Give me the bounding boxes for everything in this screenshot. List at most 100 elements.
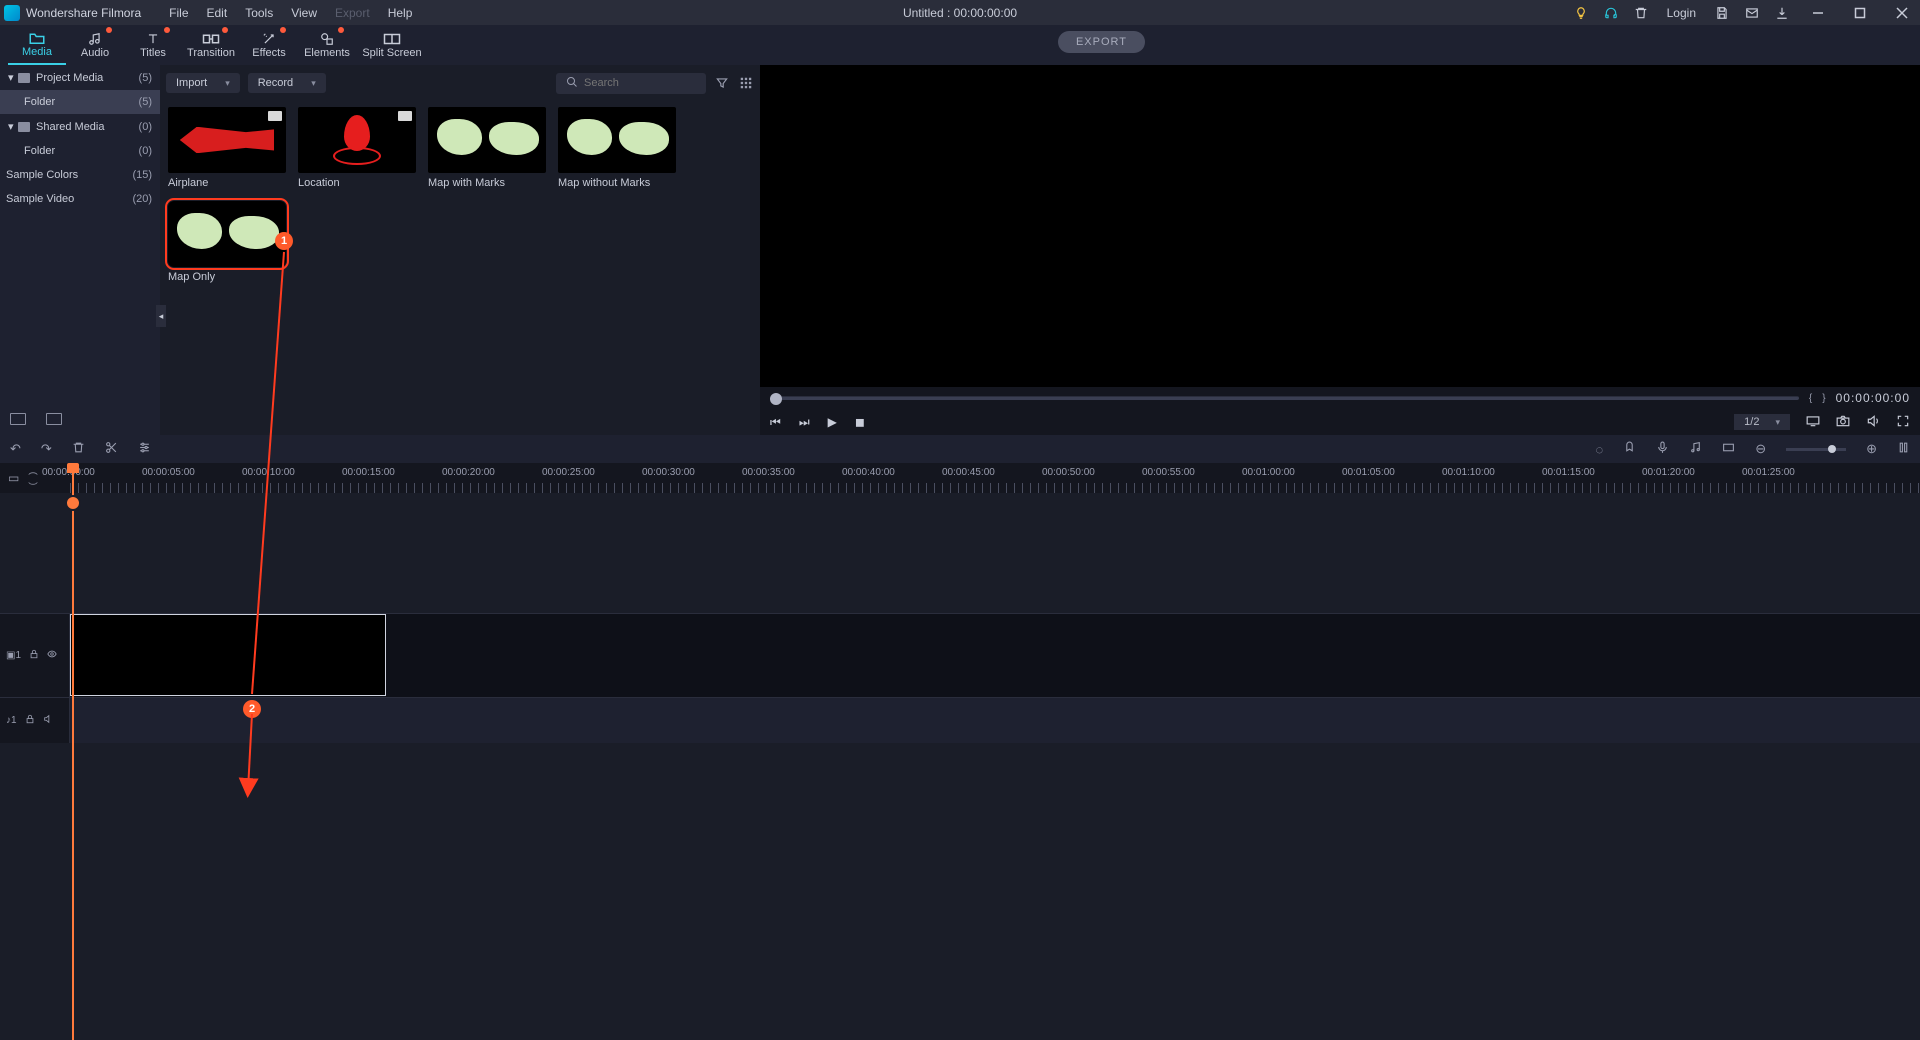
zoom-out-button[interactable]: ⊖ — [1755, 441, 1766, 457]
next-frame-button[interactable]: ⏭ — [799, 415, 810, 430]
filter-button[interactable] — [714, 75, 730, 91]
preview-slider[interactable] — [770, 396, 1799, 400]
crop-button[interactable] — [1722, 441, 1735, 457]
window-close-button[interactable] — [1888, 5, 1916, 21]
media-item-airplane[interactable]: Airplane — [168, 107, 286, 189]
split-button[interactable] — [105, 441, 118, 457]
slider-knob-icon[interactable] — [770, 393, 782, 405]
tab-media[interactable]: Media — [8, 25, 66, 65]
tracks: ▣1 ♪1 — [0, 493, 1920, 1040]
preview-quality-dropdown[interactable]: 1/2 ▾ — [1734, 414, 1790, 430]
tips-icon[interactable] — [1573, 5, 1589, 21]
media-item-location[interactable]: Location — [298, 107, 416, 189]
headphones-icon[interactable] — [1603, 5, 1619, 21]
timeline-ruler[interactable]: ▭ ͜͡ 00:00:00:0000:00:05:0000:00:10:0000… — [0, 463, 1920, 493]
fullscreen-button[interactable] — [1896, 414, 1910, 431]
delete-button[interactable] — [72, 441, 85, 457]
download-icon[interactable] — [1774, 5, 1790, 21]
thumbnail-image — [168, 107, 286, 173]
sidebar-item-sample-video[interactable]: Sample Video (20) — [0, 187, 160, 211]
voiceover-button[interactable] — [1656, 441, 1669, 457]
prev-frame-button[interactable]: ⏮ — [770, 415, 781, 430]
track-toggle-video-button[interactable]: ▣1 — [6, 650, 21, 661]
tab-splitscreen[interactable]: Split Screen — [356, 25, 428, 65]
new-folder-button[interactable] — [10, 413, 26, 425]
stop-button[interactable]: ◼ — [855, 415, 865, 429]
sidebar-item-count: (15) — [132, 169, 152, 181]
mark-in-icon[interactable]: { — [1809, 393, 1812, 404]
menu-tools[interactable]: Tools — [237, 4, 281, 22]
tab-elements[interactable]: Elements — [298, 25, 356, 65]
ruler-label: 00:01:25:00 — [1742, 467, 1795, 478]
track-mute-button[interactable] — [43, 714, 53, 727]
track-toggle-audio-button[interactable]: ♪1 — [6, 715, 17, 726]
search-box[interactable] — [556, 73, 706, 94]
media-item-map-without-marks[interactable]: Map without Marks — [558, 107, 676, 189]
app-logo-icon — [4, 5, 20, 21]
slider-knob-icon[interactable] — [1828, 445, 1836, 453]
window-minimize-button[interactable] — [1804, 5, 1832, 21]
media-item-map-with-marks[interactable]: Map with Marks — [428, 107, 546, 189]
video-track-1[interactable]: ▣1 — [0, 613, 1920, 697]
audio-mixer-button[interactable] — [1689, 441, 1702, 457]
record-dropdown[interactable]: Record ▾ — [248, 73, 326, 93]
ruler-label: 00:00:40:00 — [842, 467, 895, 478]
play-button[interactable]: ▶ — [828, 415, 837, 429]
track-visibility-button[interactable] — [47, 649, 57, 662]
playhead[interactable] — [72, 463, 74, 1040]
preview-screen[interactable] — [760, 65, 1920, 387]
undo-button[interactable]: ↶ — [10, 441, 21, 457]
import-label: Import — [176, 77, 207, 89]
track-body[interactable] — [70, 698, 1920, 743]
search-input[interactable] — [584, 77, 696, 89]
zoom-to-fit-button[interactable] — [1897, 441, 1910, 457]
sidebar-item-shared-media[interactable]: ▾ Shared Media (0) — [0, 114, 160, 139]
menu-edit[interactable]: Edit — [199, 4, 236, 22]
drop-target-placeholder[interactable] — [70, 614, 386, 696]
select-all-button[interactable]: ▭ — [8, 471, 19, 485]
save-icon[interactable] — [1714, 5, 1730, 21]
sidebar-item-project-media[interactable]: ▾ Project Media (5) — [0, 65, 160, 90]
snapshot-button[interactable] — [1836, 414, 1850, 431]
marker-button[interactable] — [1623, 441, 1636, 457]
ruler-label: 00:01:05:00 — [1342, 467, 1395, 478]
open-folder-button[interactable] — [46, 413, 62, 425]
import-dropdown[interactable]: Import ▾ — [166, 73, 240, 93]
display-settings-button[interactable] — [1806, 414, 1820, 431]
edit-settings-button[interactable] — [138, 441, 151, 457]
track-body[interactable] — [70, 614, 1920, 697]
media-item-map-only[interactable]: Map Only — [168, 201, 286, 283]
menu-view[interactable]: View — [283, 4, 325, 22]
tab-titles[interactable]: Titles — [124, 25, 182, 65]
sidebar-item-folder-2[interactable]: Folder (0) — [0, 139, 160, 163]
titlebar: Wondershare Filmora File Edit Tools View… — [0, 0, 1920, 25]
login-link[interactable]: Login — [1663, 6, 1700, 20]
mark-out-icon[interactable]: } — [1822, 393, 1825, 404]
collapse-sidebar-button[interactable]: ◂ — [156, 305, 166, 327]
sidebar-item-folder-1[interactable]: Folder (5) — [0, 90, 160, 114]
export-button[interactable]: EXPORT — [1058, 31, 1145, 53]
sidebar-item-sample-colors[interactable]: Sample Colors (15) — [0, 163, 160, 187]
sidebar-item-count: (0) — [139, 145, 152, 157]
tab-effects[interactable]: Effects — [240, 25, 298, 65]
track-lock-button[interactable] — [25, 714, 35, 727]
audio-track-1[interactable]: ♪1 — [0, 697, 1920, 743]
mail-icon[interactable] — [1744, 5, 1760, 21]
render-button[interactable]: ◌ — [1595, 442, 1603, 457]
zoom-slider[interactable] — [1786, 448, 1846, 451]
tab-effects-label: Effects — [252, 47, 285, 59]
trash-icon[interactable] — [1633, 5, 1649, 21]
grid-view-button[interactable] — [738, 75, 754, 91]
menu-bar: File Edit Tools View Export Help — [161, 4, 420, 22]
window-maximize-button[interactable] — [1846, 5, 1874, 21]
track-lock-button[interactable] — [29, 649, 39, 662]
zoom-in-button[interactable]: ⊕ — [1866, 441, 1877, 457]
redo-button[interactable]: ↷ — [41, 441, 52, 457]
tab-transition[interactable]: Transition — [182, 25, 240, 65]
playhead-knob-icon[interactable] — [65, 495, 81, 511]
menu-help[interactable]: Help — [380, 4, 421, 22]
ruler-label: 00:00:50:00 — [1042, 467, 1095, 478]
volume-button[interactable] — [1866, 414, 1880, 431]
tab-audio[interactable]: Audio — [66, 25, 124, 65]
menu-file[interactable]: File — [161, 4, 196, 22]
